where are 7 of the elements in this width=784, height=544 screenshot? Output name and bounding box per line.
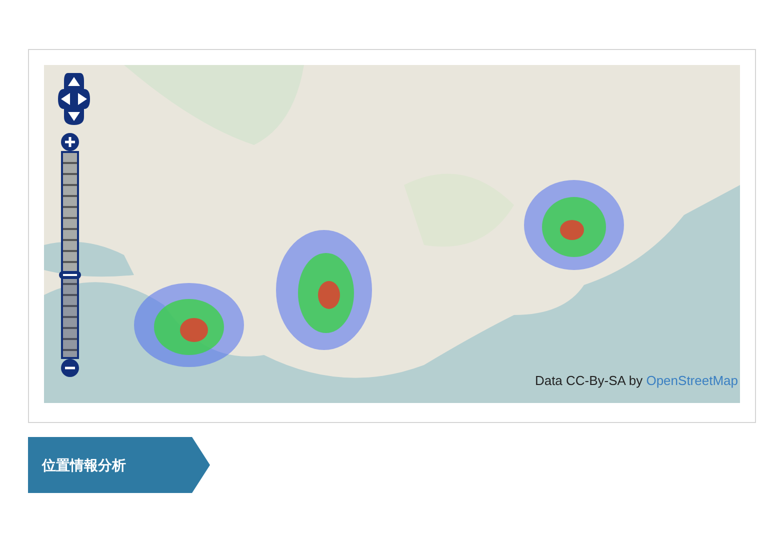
plus-icon	[65, 137, 75, 147]
section-heading: 位置情報分析	[28, 437, 210, 493]
zoom-slider-thumb[interactable]	[59, 271, 81, 279]
attribution-text: Data CC-By-SA by OpenStreetMap	[534, 373, 738, 388]
openstreetmap-link[interactable]: OpenStreetMap	[646, 373, 738, 388]
pan-arrows-icon[interactable]	[58, 73, 90, 125]
zoom-slider[interactable]	[61, 151, 79, 359]
